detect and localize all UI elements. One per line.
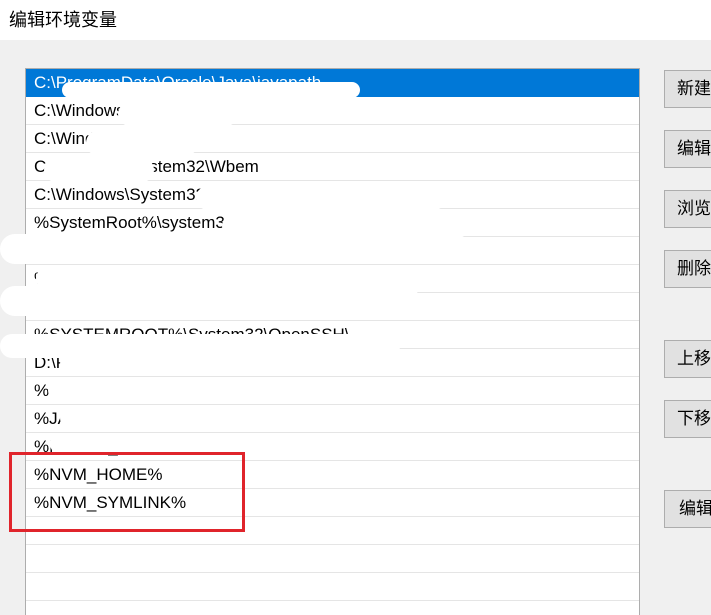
new-button[interactable]: 新建(N) [664,70,711,108]
redaction-mark [50,434,250,454]
redaction-mark [60,406,230,430]
redaction-mark [60,354,260,374]
redaction-mark [0,234,470,264]
redaction-mark [62,82,360,98]
path-list-item[interactable] [26,573,639,601]
redaction-mark [86,130,198,156]
redaction-mark [48,378,218,402]
move-down-button[interactable]: 下移(O) [664,400,711,438]
path-list-item[interactable]: %NVM_HOME% [26,461,639,489]
redaction-mark [44,158,154,182]
browse-button[interactable]: 浏览(B)... [664,190,711,228]
path-list-item[interactable] [26,545,639,573]
path-list-item[interactable]: %NVM_SYMLINK% [26,489,639,517]
edit-text-button[interactable]: 编辑文本(T)... [664,490,711,528]
redaction-mark [196,186,446,210]
dialog-title: 编辑环境变量 [9,10,117,30]
redaction-mark [118,102,238,126]
title-bar: 编辑环境变量 [0,0,711,40]
redaction-mark [136,300,506,320]
path-list-item[interactable] [26,517,639,545]
edit-button[interactable]: 编辑(E) [664,130,711,168]
move-up-button[interactable]: 上移(U) [664,340,711,378]
delete-button[interactable]: 删除(D) [664,250,711,288]
